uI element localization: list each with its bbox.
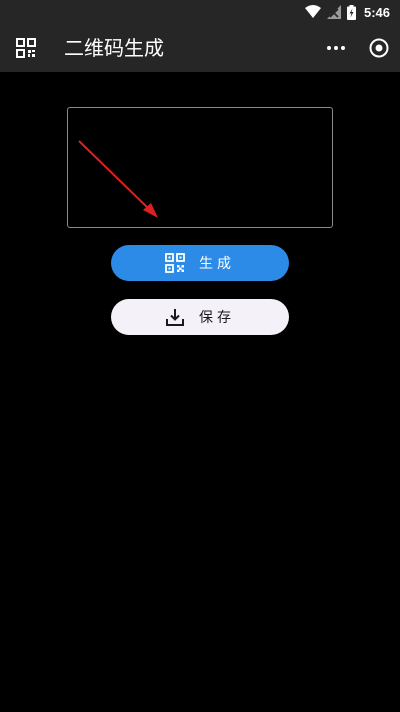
more-icon[interactable]	[326, 39, 346, 57]
qr-code-icon	[165, 253, 185, 273]
app-bar: 二维码生成	[0, 24, 400, 72]
page-title: 二维码生成	[64, 36, 164, 60]
target-icon[interactable]	[368, 37, 390, 59]
signal-icon	[326, 5, 341, 19]
generate-button-label: 生成	[199, 256, 235, 272]
qr-code-icon[interactable]	[16, 38, 36, 58]
text-input[interactable]	[67, 107, 333, 228]
battery-charging-icon	[346, 4, 356, 20]
generate-button[interactable]: 生成	[111, 245, 289, 281]
save-button-label: 保存	[199, 310, 235, 326]
save-button[interactable]: 保存	[111, 299, 289, 335]
wifi-icon	[304, 5, 321, 18]
download-icon	[166, 309, 184, 326]
status-time: 5:46	[363, 4, 390, 20]
status-bar: 5:46	[0, 0, 400, 24]
